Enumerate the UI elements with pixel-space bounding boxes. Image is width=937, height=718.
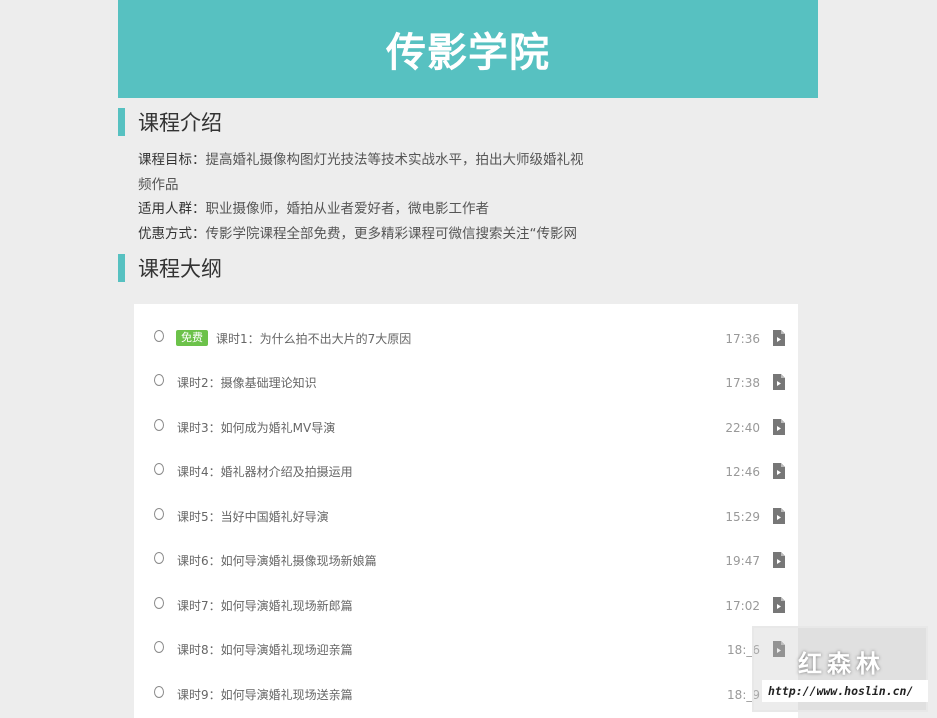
intro-heading: 课程介绍 bbox=[118, 108, 222, 136]
document-icon[interactable] bbox=[773, 419, 785, 435]
radio-circle-icon bbox=[154, 641, 164, 653]
radio-circle-icon bbox=[154, 330, 164, 342]
lesson-item[interactable]: 课时7：如何导演婚礼现场新郎篇 17:02 bbox=[134, 583, 798, 627]
outline-heading-text: 课程大纲 bbox=[138, 257, 222, 281]
radio-circle-icon bbox=[154, 463, 164, 475]
watermark-url: http://www.hoslin.cn/ bbox=[762, 680, 928, 702]
lesson-duration: 17:02 bbox=[725, 599, 760, 613]
radio-circle-icon bbox=[154, 419, 164, 431]
radio-circle-icon bbox=[154, 686, 164, 698]
heading-accent-bar bbox=[118, 254, 125, 282]
offer-text: 传影学院课程全部免费，更多精彩课程可微信搜索关注“传影网 bbox=[205, 225, 578, 242]
document-icon[interactable] bbox=[773, 597, 785, 613]
lesson-title[interactable]: 课时7：如何导演婚礼现场新郎篇 bbox=[177, 597, 353, 614]
lesson-item[interactable]: 课时8：如何导演婚礼现场迎亲篇 18:_6 bbox=[134, 627, 798, 671]
lesson-item[interactable]: 免费 课时1：为什么拍不出大片的7大原因 17:36 bbox=[134, 316, 798, 360]
document-icon[interactable] bbox=[773, 374, 785, 390]
site-watermark: 红森林 http://www.hoslin.cn/ bbox=[752, 626, 928, 712]
course-goal-text: 提高婚礼摄像构图灯光技法等技术实战水平，拍出大师级婚礼视 bbox=[205, 152, 584, 168]
lesson-item[interactable]: 课时3：如何成为婚礼MV导演 22:40 bbox=[134, 405, 798, 449]
lesson-item[interactable]: 课时9：如何导演婚礼现场送亲篇 18:_9 bbox=[134, 672, 798, 716]
lesson-title[interactable]: 课时4：婚礼器材介绍及拍摄运用 bbox=[177, 463, 353, 480]
intro-heading-text: 课程介绍 bbox=[138, 111, 222, 135]
radio-circle-icon bbox=[154, 552, 164, 564]
document-icon[interactable] bbox=[773, 552, 785, 568]
course-goal: 课程目标：提高婚礼摄像构图灯光技法等技术实战水平，拍出大师级婚礼视 bbox=[138, 148, 608, 173]
target-audience-text: 职业摄像师，婚拍从业者爱好者，微电影工作者 bbox=[205, 201, 490, 217]
lesson-duration: 12:46 bbox=[725, 465, 760, 479]
course-intro: 课程目标：提高婚礼摄像构图灯光技法等技术实战水平，拍出大师级婚礼视 频作品 适用… bbox=[138, 148, 608, 246]
offer-label: 优惠方式： bbox=[138, 225, 206, 242]
radio-circle-icon bbox=[154, 508, 164, 520]
lesson-item[interactable]: 课时4：婚礼器材介绍及拍摄运用 12:46 bbox=[134, 449, 798, 493]
document-icon[interactable] bbox=[773, 330, 785, 346]
lesson-title[interactable]: 课时9：如何导演婚礼现场送亲篇 bbox=[177, 686, 353, 703]
lesson-title[interactable]: 课时6：如何导演婚礼摄像现场新娘篇 bbox=[177, 552, 377, 569]
target-audience-label: 适用人群： bbox=[138, 201, 206, 217]
lesson-duration: 17:38 bbox=[725, 376, 760, 390]
course-goal-label: 课程目标： bbox=[138, 152, 206, 168]
lesson-duration: 15:29 bbox=[725, 510, 760, 524]
lesson-title[interactable]: 课时1：为什么拍不出大片的7大原因 bbox=[216, 330, 411, 347]
lesson-title[interactable]: 课时2：摄像基础理论知识 bbox=[177, 374, 317, 391]
lesson-list: 免费 课时1：为什么拍不出大片的7大原因 17:36 课时2：摄像基础理论知识 … bbox=[134, 304, 798, 718]
lesson-item[interactable]: 课时2：摄像基础理论知识 17:38 bbox=[134, 360, 798, 404]
target-audience: 适用人群：职业摄像师，婚拍从业者爱好者，微电影工作者 bbox=[138, 197, 608, 222]
free-badge: 免费 bbox=[176, 330, 208, 346]
lesson-title[interactable]: 课时5：当好中国婚礼好导演 bbox=[177, 508, 329, 525]
lesson-duration: 17:36 bbox=[725, 332, 760, 346]
document-icon[interactable] bbox=[773, 463, 785, 479]
site-title: 传影学院 bbox=[386, 30, 550, 76]
lesson-title[interactable]: 课时3：如何成为婚礼MV导演 bbox=[177, 419, 335, 436]
watermark-name: 红森林 bbox=[798, 650, 885, 678]
document-icon[interactable] bbox=[773, 508, 785, 524]
lesson-duration: 19:47 bbox=[725, 554, 760, 568]
lesson-duration: 22:40 bbox=[725, 421, 760, 435]
offer: 优惠方式：传影学院课程全部免费，更多精彩课程可微信搜索关注“传影网 bbox=[138, 222, 608, 247]
lesson-title[interactable]: 课时8：如何导演婚礼现场迎亲篇 bbox=[177, 641, 353, 658]
outline-heading: 课程大纲 bbox=[118, 254, 222, 282]
heading-accent-bar bbox=[118, 108, 125, 136]
header-banner: 传影学院 bbox=[118, 0, 818, 98]
lesson-item[interactable]: 课时6：如何导演婚礼摄像现场新娘篇 19:47 bbox=[134, 538, 798, 582]
radio-circle-icon bbox=[154, 597, 164, 609]
radio-circle-icon bbox=[154, 374, 164, 386]
course-goal-continued: 频作品 bbox=[138, 176, 179, 193]
lesson-item[interactable]: 课时5：当好中国婚礼好导演 15:29 bbox=[134, 494, 798, 538]
